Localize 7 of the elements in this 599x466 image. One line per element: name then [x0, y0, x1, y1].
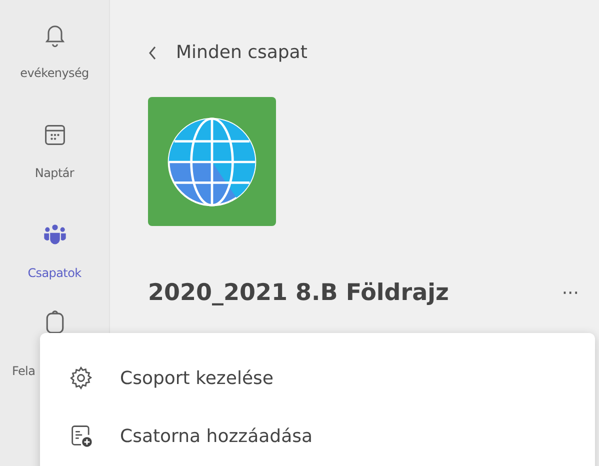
menu-item[interactable]: Csatorna hozzáadása [40, 407, 595, 465]
team-name: 2020_2021 8.B Földrajz [148, 280, 449, 306]
rail-item[interactable]: Naptár [0, 110, 109, 210]
rail-item[interactable]: evékenység [0, 10, 109, 110]
more-options[interactable]: ··· [562, 282, 579, 304]
back-link[interactable]: Minden csapat [148, 42, 308, 63]
rail-item[interactable]: Csapatok [0, 210, 109, 310]
